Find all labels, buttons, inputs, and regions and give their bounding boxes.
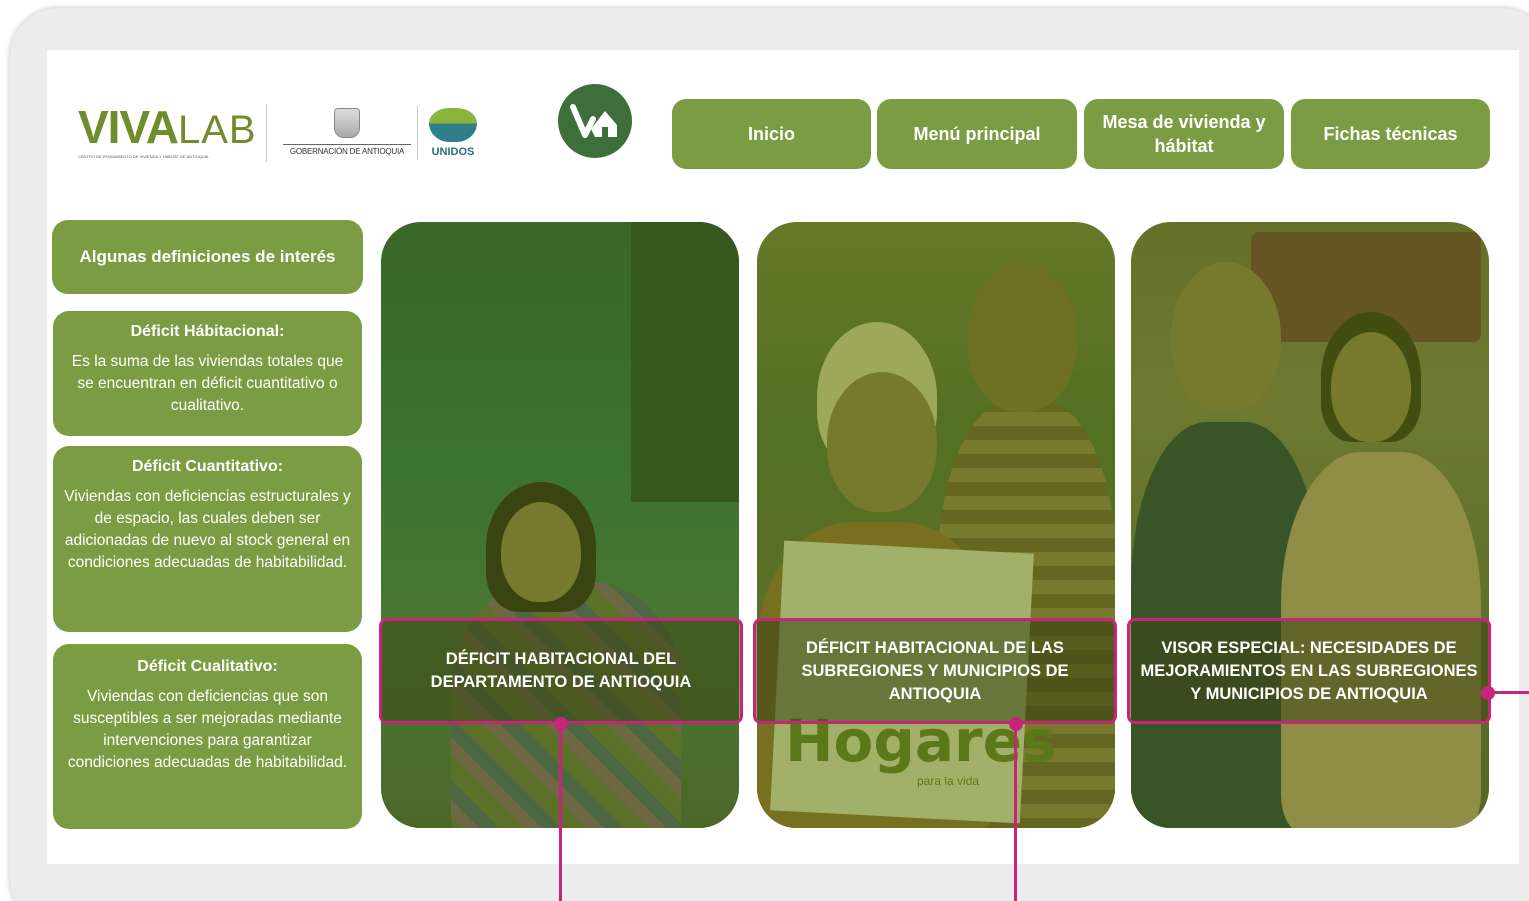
definitions-title: Algunas definiciones de interés [52, 220, 363, 294]
definition-card-deficit-habitacional: Déficit Hábitacional: Es la suma de las … [53, 311, 362, 436]
nav-fichas-tecnicas-button[interactable]: Fichas técnicas [1291, 99, 1490, 169]
house-v-icon [570, 104, 617, 138]
nav-inicio-button[interactable]: Inicio [672, 99, 871, 169]
definition-body: Viviendas con deficiencias que son susce… [67, 688, 348, 771]
vivalab-logo-mark: VIVA [78, 101, 179, 153]
viva-home-icon[interactable] [558, 84, 632, 158]
nav-mesa-vivienda-button[interactable]: Mesa de vivienda y hábitat [1084, 99, 1284, 169]
coat-of-arms-icon [334, 108, 360, 138]
card-label-departamento[interactable]: DÉFICIT HABITACIONAL DEL DEPARTAMENTO DE… [379, 618, 743, 724]
photo-tint [1131, 222, 1489, 828]
definition-body: Es la suma de las viviendas totales que … [71, 353, 344, 414]
definition-card-deficit-cualitativo: Déficit Cualitativo: Viviendas con defic… [53, 644, 362, 829]
vivalab-logo: VIVALAB CENTRO DE PENSAMIENTO DE VIVIEND… [78, 104, 258, 160]
card-label-text: DÉFICIT HABITACIONAL DE LAS SUBREGIONES … [801, 638, 1069, 703]
card-label-text: DÉFICIT HABITACIONAL DEL DEPARTAMENTO DE… [430, 650, 692, 691]
definition-heading: Déficit Hábitacional: [130, 323, 285, 340]
gobernacion-logo: GOBERNACIÓN DE ANTIOQUIA [283, 108, 411, 163]
card-label-text: VISOR ESPECIAL: NECESIDADES DE MEJORAMIE… [1140, 638, 1478, 703]
definition-card-deficit-cuantitativo: Déficit Cuantitativo: Viviendas con defi… [53, 446, 362, 632]
logo-divider [417, 106, 418, 160]
nav-menu-principal-label: Menú principal [913, 124, 1041, 144]
photo-tint [757, 222, 1115, 828]
unidos-logo: UNIDOS [424, 108, 482, 164]
vivalab-tagline: CENTRO DE PENSAMIENTO DE VIVIENDA Y HÁBI… [78, 154, 209, 159]
nav-mesa-vivienda-label: Mesa de vivienda y hábitat [1102, 112, 1266, 156]
photo-card-visor-especial[interactable] [1131, 222, 1489, 828]
card-label-subregiones[interactable]: DÉFICIT HABITACIONAL DE LAS SUBREGIONES … [753, 618, 1117, 724]
definition-heading: Déficit Cualitativo: [137, 658, 278, 675]
annotation-line [1488, 691, 1529, 694]
nav-fichas-tecnicas-label: Fichas técnicas [1323, 124, 1458, 144]
annotation-line [559, 724, 562, 901]
photo-card-subregiones[interactable]: Hogares para la vida [757, 222, 1115, 828]
gobernacion-logo-text: GOBERNACIÓN DE ANTIOQUIA [283, 144, 411, 156]
definition-heading: Déficit Cuantitativo: [131, 458, 284, 475]
definition-body: Viviendas con deficiencias estructurales… [64, 488, 351, 571]
definitions-title-text: Algunas definiciones de interés [79, 247, 336, 266]
logo-divider [266, 104, 267, 162]
unidos-logo-text: UNIDOS [431, 146, 475, 158]
nav-inicio-label: Inicio [747, 124, 795, 144]
nav-menu-principal-button[interactable]: Menú principal [877, 99, 1077, 169]
vivalab-logo-lab: LAB [177, 108, 257, 152]
heart-icon [429, 108, 477, 142]
card-label-visor-especial[interactable]: VISOR ESPECIAL: NECESIDADES DE MEJORAMIE… [1127, 618, 1491, 724]
annotation-line [1014, 724, 1017, 901]
